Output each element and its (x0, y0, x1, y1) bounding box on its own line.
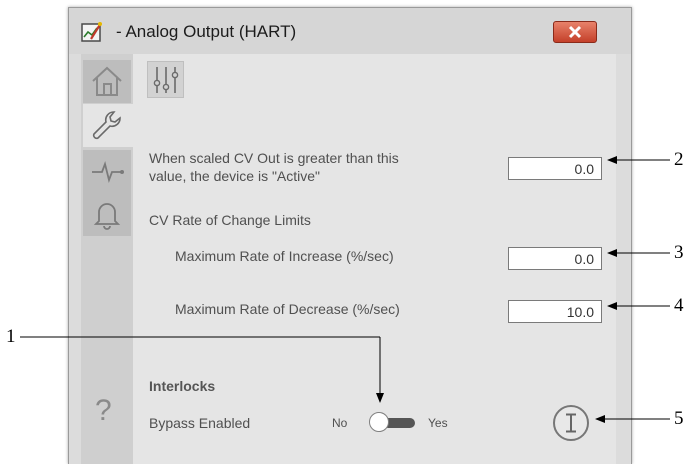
callout-3: 3 (674, 242, 684, 263)
callout-2: 2 (674, 149, 684, 170)
callout-4: 4 (674, 295, 684, 316)
callout-5: 5 (674, 408, 684, 429)
callout-lines (20, 156, 670, 423)
callout-1: 1 (6, 326, 16, 347)
